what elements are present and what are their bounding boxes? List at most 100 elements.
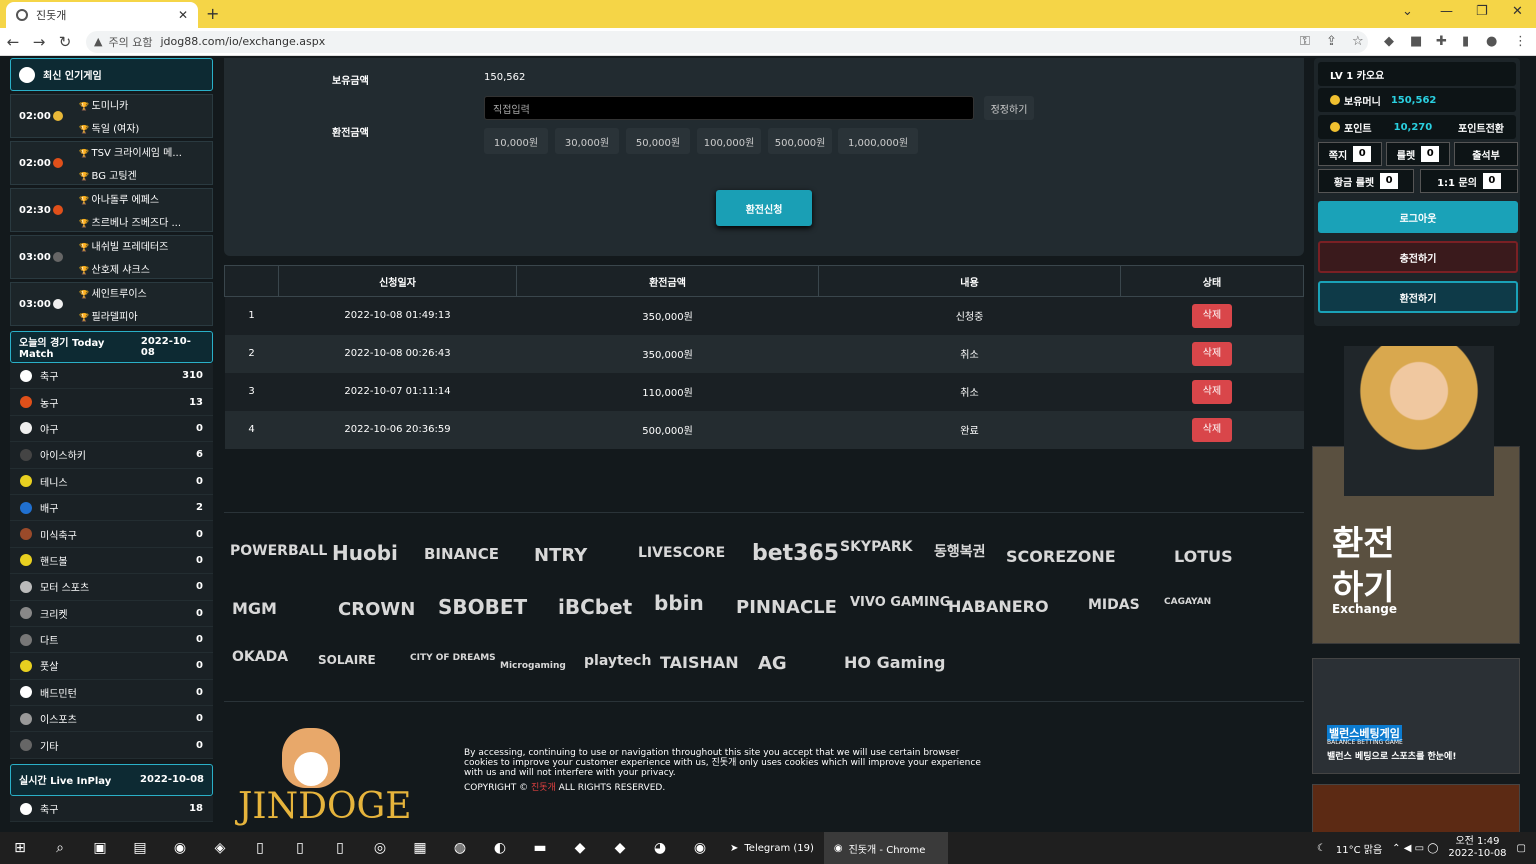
back-icon[interactable]: ← — [0, 33, 26, 51]
key-icon[interactable]: ⚿ — [1300, 34, 1310, 49]
amount-button[interactable]: 100,000원 — [697, 128, 761, 154]
sport-item[interactable]: 다트 0 — [10, 626, 213, 654]
extension-icon[interactable]: ■ — [1410, 34, 1422, 49]
sport-item[interactable]: 모터 스포츠 0 — [10, 574, 213, 601]
clock[interactable]: 오전 1:49 2022-10-08 — [1448, 836, 1506, 860]
delete-button[interactable]: 삭제 — [1192, 303, 1232, 328]
sport-item[interactable]: 배드민턴 0 — [10, 679, 213, 707]
sport-item[interactable]: 크리켓 0 — [10, 600, 213, 627]
point-exchange-link[interactable]: 포인트전환 — [1458, 120, 1504, 135]
sport-item[interactable]: 풋살 0 — [10, 653, 213, 680]
right-sidebar: LV 1 카오요 보유머니 150,562 포인트 10,270 포인트전환 쪽… — [1312, 58, 1520, 832]
popular-game-item[interactable]: 02:00 TSV 크라이세임 메... BG 고팅겐 — [10, 141, 213, 185]
note-box[interactable]: 쪽지 0 — [1318, 142, 1382, 166]
attendance-box[interactable]: 출석부 — [1454, 142, 1518, 166]
delete-button[interactable]: 삭제 — [1192, 341, 1232, 366]
sport-item[interactable]: 테니스 0 — [10, 468, 213, 495]
file-icon[interactable]: ▯ — [280, 840, 320, 856]
slot-banner[interactable] — [1312, 784, 1520, 832]
sport-item[interactable]: 축구 310 — [10, 363, 213, 390]
amount-button[interactable]: 30,000원 — [555, 128, 619, 154]
roulette-box[interactable]: 룰렛 0 — [1386, 142, 1450, 166]
sport-item[interactable]: 이스포츠 0 — [10, 706, 213, 733]
sidepanel-icon[interactable]: ▮ — [1462, 34, 1469, 49]
gold-roulette-box[interactable]: 황금 룰렛 0 — [1318, 169, 1414, 193]
weather-text[interactable]: 11°C 맑음 — [1336, 841, 1382, 856]
amount-button[interactable]: 50,000원 — [626, 128, 690, 154]
reload-icon[interactable]: ↻ — [52, 33, 78, 51]
close-window-icon[interactable]: ✕ — [1512, 4, 1523, 19]
amount-button[interactable]: 10,000원 — [484, 128, 548, 154]
discord-icon[interactable]: ◕ — [640, 840, 680, 856]
search-icon[interactable]: ⌕ — [40, 840, 80, 856]
app-icon[interactable]: ◎ — [360, 840, 400, 856]
deposit-button[interactable]: 충전하기 — [1318, 241, 1518, 273]
popular-game-item[interactable]: 03:00 세인트루이스 필라델피아 — [10, 282, 213, 326]
windows-start-icon[interactable]: ⊞ — [0, 840, 40, 856]
taskbar-chrome[interactable]: ◉ 진돗개 - Chrome — [823, 832, 948, 864]
app-icon[interactable]: ◈ — [200, 840, 240, 856]
close-tab-icon[interactable]: ✕ — [178, 8, 188, 22]
sport-item[interactable]: 야구 0 — [10, 415, 213, 443]
inquiry-label: 1:1 문의 — [1437, 177, 1477, 189]
app-icon[interactable]: ◉ — [160, 840, 200, 856]
logout-button[interactable]: 로그아웃 — [1318, 201, 1518, 233]
exchange-submit-button[interactable]: 환전신청 — [716, 190, 812, 226]
note-label: 쪽지 — [1328, 150, 1348, 162]
sport-name: 축구 — [40, 372, 59, 384]
gg-icon[interactable]: ▦ — [400, 840, 440, 856]
sport-item[interactable]: 핸드볼 0 — [10, 547, 213, 575]
sport-item[interactable]: 배구 2 — [10, 494, 213, 522]
sport-item[interactable]: 아이스하키 6 — [10, 442, 213, 469]
taskbar-telegram[interactable]: ➤ Telegram (19) — [720, 832, 824, 864]
menu-icon[interactable]: ⋮ — [1514, 34, 1527, 49]
omnibox[interactable]: ▲ 주의 요함 jdog88.com/io/exchange.aspx — [86, 30, 1368, 53]
notification-icon[interactable]: ▢ — [1517, 843, 1526, 854]
new-tab-icon[interactable]: + — [206, 4, 219, 23]
today-match-bar[interactable]: 오늘의 경기 Today Match 2022-10-08 — [10, 331, 213, 363]
exchange-banner[interactable]: 환전 하기 Exchange — [1312, 346, 1520, 646]
file-icon[interactable]: ▯ — [320, 840, 360, 856]
balance-banner-sub: BALANCE BETTING GAME — [1327, 739, 1403, 746]
sport-count: 6 — [196, 449, 203, 461]
database-icon[interactable]: ▤ — [120, 840, 160, 856]
game-teams: 내쉬빌 프레데터즈 산호제 샤크스 — [79, 238, 169, 276]
app-icon[interactable]: ◆ — [600, 840, 640, 856]
exchange-amount-input[interactable]: 직접입력 — [484, 96, 974, 120]
sport-item[interactable]: 미식축구 0 — [10, 521, 213, 548]
forward-icon[interactable]: → — [26, 33, 52, 51]
amount-button[interactable]: 500,000원 — [768, 128, 832, 154]
puzzle-icon[interactable]: ✚ — [1436, 34, 1447, 49]
tab-search-icon[interactable]: ⌄ — [1402, 4, 1413, 19]
sport-icon — [20, 475, 32, 488]
minimize-icon[interactable]: — — [1440, 4, 1453, 19]
chrome-icon[interactable]: ◉ — [680, 840, 720, 856]
correct-button[interactable]: 정정하기 — [984, 96, 1034, 120]
delete-button[interactable]: 삭제 — [1192, 379, 1232, 404]
sport-item[interactable]: 기타 0 — [10, 732, 213, 759]
balance-betting-banner[interactable]: 밸런스베팅게임 BALANCE BETTING GAME 밸런스 베팅으로 스포… — [1312, 658, 1520, 774]
file-icon[interactable]: ▯ — [240, 840, 280, 856]
star-icon[interactable]: ☆ — [1352, 34, 1364, 49]
spotify-icon[interactable]: ◍ — [440, 840, 480, 856]
inquiry-box[interactable]: 1:1 문의 0 — [1420, 169, 1518, 193]
delete-button[interactable]: 삭제 — [1192, 417, 1232, 442]
popular-game-item[interactable]: 03:00 내쉬빌 프레데터즈 산호제 샤크스 — [10, 235, 213, 279]
app-icon[interactable]: ◐ — [480, 840, 520, 856]
popular-game-item[interactable]: 02:00 도미니카 독일 (여자) — [10, 94, 213, 138]
folder-icon[interactable]: ▬ — [520, 840, 560, 856]
sport-item[interactable]: 농구 13 — [10, 389, 213, 416]
withdraw-button[interactable]: 환전하기 — [1318, 281, 1518, 313]
restore-icon[interactable]: ❐ — [1476, 4, 1488, 19]
tray-icons[interactable]: ⌃ ◀ ▭ ◯ — [1392, 843, 1438, 854]
zoom-icon[interactable]: ▣ — [80, 840, 120, 856]
profile-avatar[interactable]: ● — [1486, 34, 1497, 49]
browser-tab[interactable]: 진돗개 ✕ — [6, 2, 198, 28]
metamask-icon[interactable]: ◆ — [1384, 34, 1394, 49]
sport-item[interactable]: 축구 18 — [10, 795, 213, 823]
amount-button[interactable]: 1,000,000원 — [838, 128, 918, 154]
share-icon[interactable]: ⇪ — [1326, 34, 1337, 49]
app-icon[interactable]: ◆ — [560, 840, 600, 856]
live-inplay-bar[interactable]: 실시간 Live InPlay 2022-10-08 — [10, 763, 213, 796]
popular-game-item[interactable]: 02:30 아나돌루 에페스 츠르베나 즈베즈다 ... — [10, 188, 213, 232]
